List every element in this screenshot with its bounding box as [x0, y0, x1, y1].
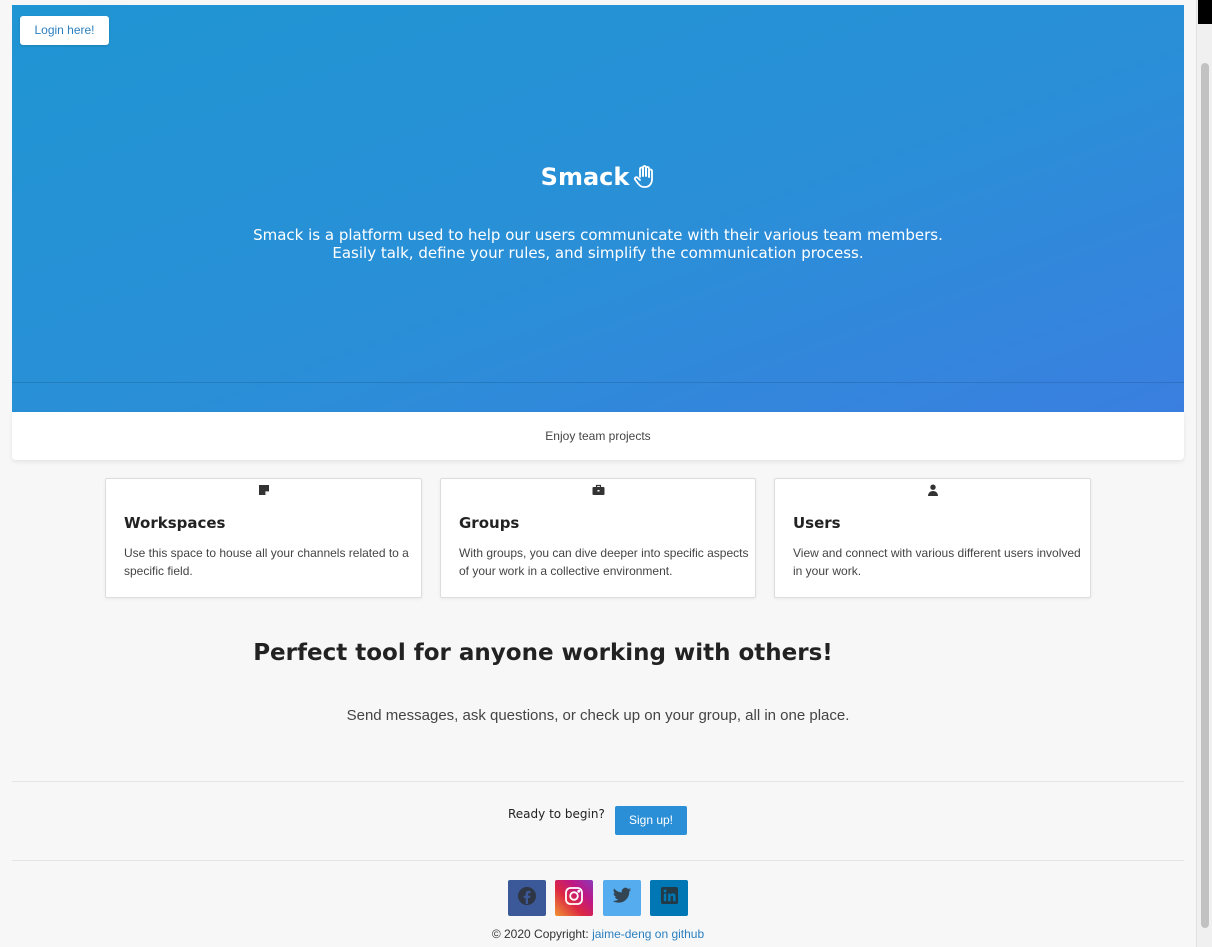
facebook-button[interactable]	[508, 880, 546, 916]
instagram-button[interactable]	[555, 880, 593, 916]
hero-description-line-1: Smack is a platform used to help our use…	[253, 226, 943, 244]
copyright: © 2020 Copyright: jaime-deng on github	[12, 927, 1184, 941]
linkedin-icon	[660, 886, 679, 910]
facebook-icon	[517, 886, 537, 911]
github-link[interactable]: jaime-deng on github	[592, 927, 704, 941]
signup-button[interactable]: Sign up!	[615, 806, 687, 835]
twitter-icon	[612, 887, 632, 910]
window-corner	[1198, 0, 1212, 24]
feature-card-groups: Groups With groups, you can dive deeper …	[440, 478, 756, 598]
instagram-icon	[564, 886, 584, 911]
section-subline: Send messages, ask questions, or check u…	[346, 707, 850, 724]
feature-card-workspaces: Workspaces Use this space to house all y…	[105, 478, 422, 598]
login-button[interactable]: Login here!	[20, 16, 109, 45]
note-icon	[106, 483, 421, 501]
hero-divider	[12, 382, 1184, 383]
feature-title: Workspaces	[124, 514, 226, 532]
user-icon	[775, 483, 1090, 501]
divider	[12, 860, 1184, 861]
hero-title: Smack	[12, 163, 1184, 195]
feature-text: View and connect with various different …	[793, 546, 1081, 578]
hero-description: Smack is a platform used to help our use…	[12, 226, 1184, 262]
tagline-bar: Enjoy team projects	[12, 412, 1184, 460]
scrollbar[interactable]	[1196, 0, 1212, 947]
hand-icon	[633, 165, 655, 195]
scrollbar-thumb[interactable]	[1201, 63, 1209, 928]
copyright-text: © 2020 Copyright:	[491, 927, 589, 941]
section-headline: Perfect tool for anyone working with oth…	[253, 640, 833, 666]
page: Login here! Smack Smack is a platform us…	[12, 0, 1184, 947]
app-title: Smack	[540, 163, 630, 191]
linkedin-button[interactable]	[650, 880, 688, 916]
hero-banner: Login here! Smack Smack is a platform us…	[12, 5, 1184, 412]
feature-card-users: Users View and connect with various diff…	[774, 478, 1091, 598]
feature-title: Users	[793, 514, 841, 532]
hero-description-line-2: Easily talk, define your rules, and simp…	[332, 244, 864, 262]
briefcase-icon	[441, 483, 755, 501]
divider	[12, 781, 1184, 782]
twitter-button[interactable]	[603, 880, 641, 916]
feature-text: With groups, you can dive deeper into sp…	[459, 546, 749, 578]
feature-text: Use this space to house all your channel…	[124, 546, 409, 578]
feature-title: Groups	[459, 514, 520, 532]
ready-text: Ready to begin?	[508, 807, 605, 821]
